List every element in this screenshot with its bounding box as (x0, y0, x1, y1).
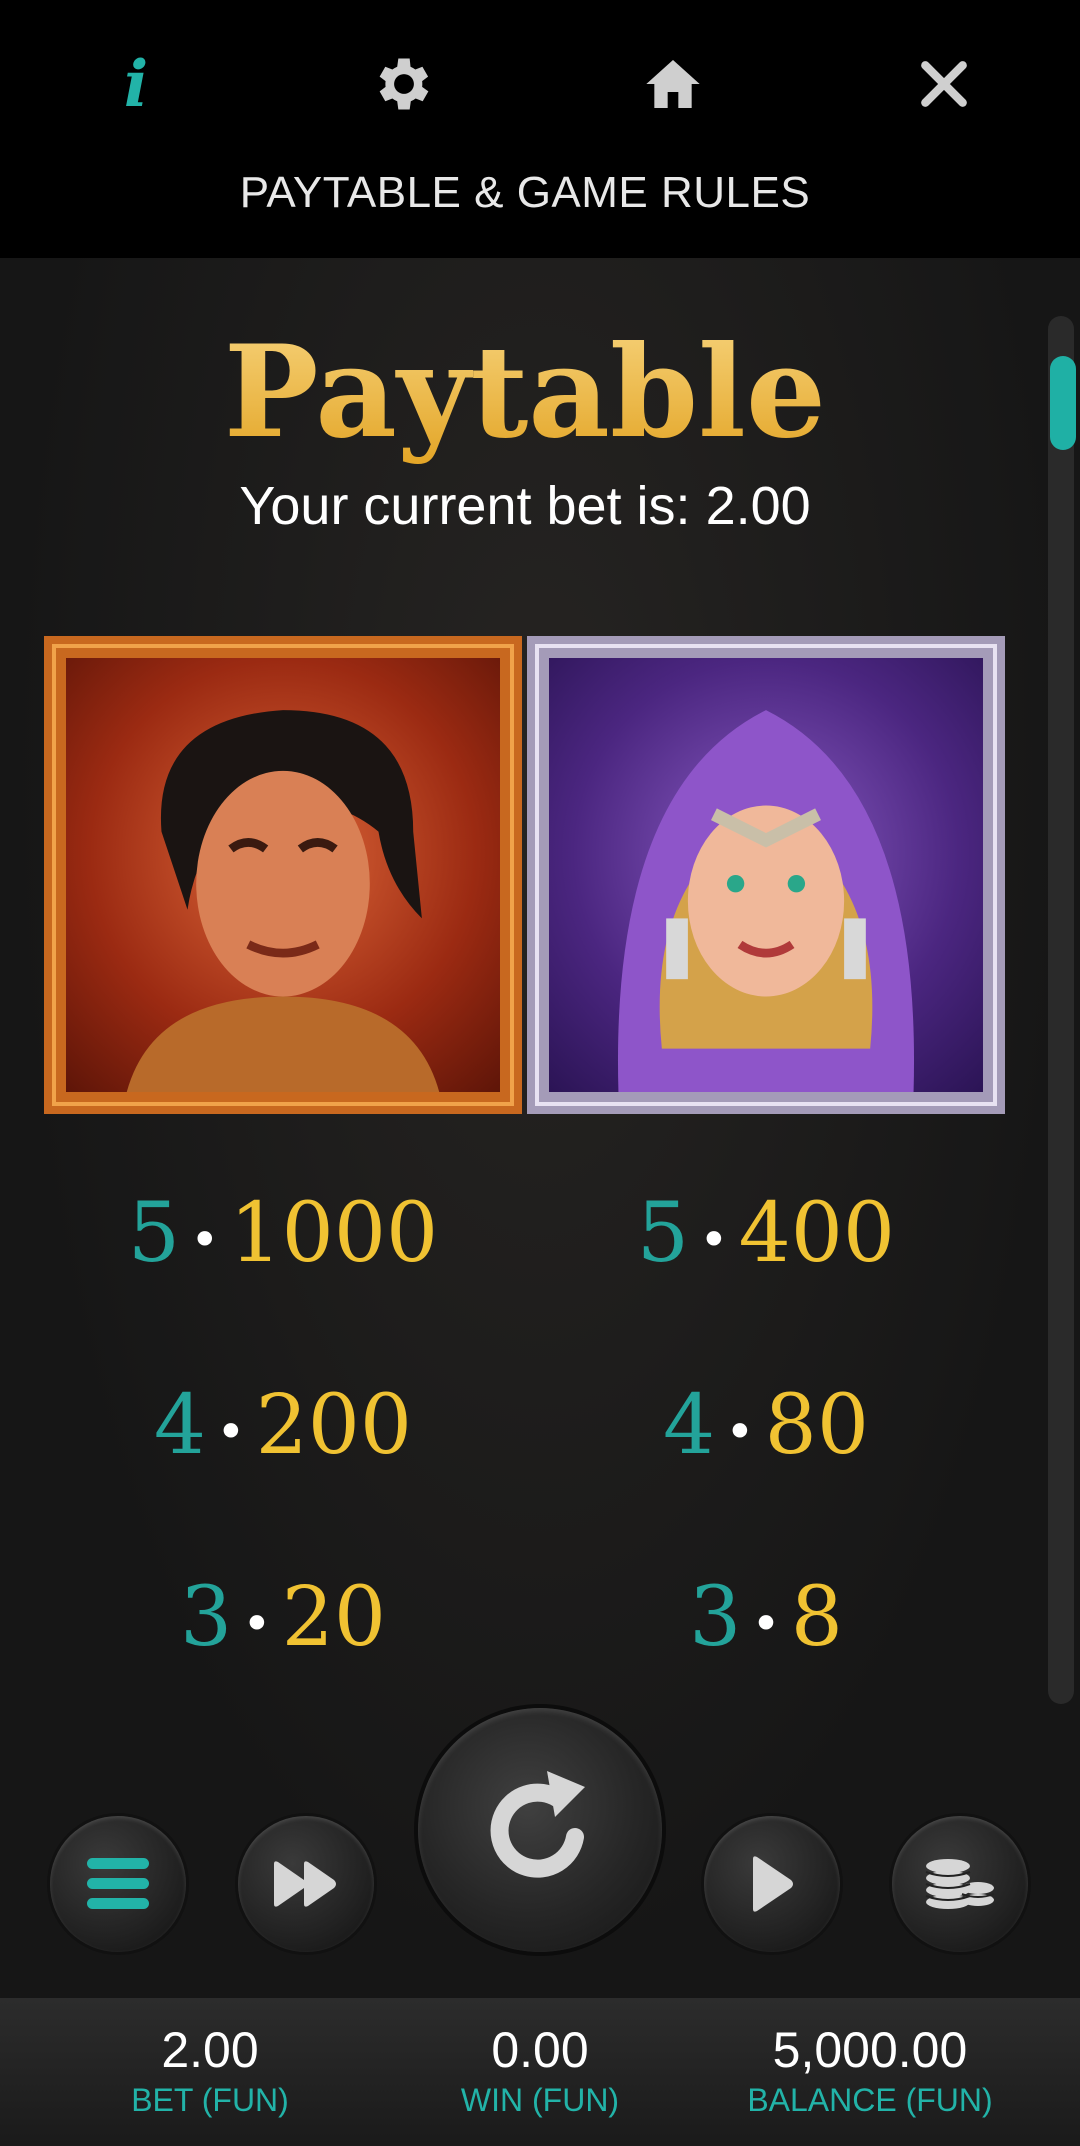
separator-dot: • (725, 1402, 755, 1461)
autoplay-button[interactable] (704, 1816, 840, 1952)
spin-icon (490, 1771, 585, 1878)
info-icon[interactable]: i (100, 47, 172, 122)
bet-stat[interactable]: 2.00 BET (FUN) (110, 2020, 310, 2120)
payout-count: 5 (636, 1186, 690, 1281)
hamburger-icon (87, 1858, 149, 1909)
home-icon[interactable] (637, 48, 709, 120)
separator-dot: • (216, 1402, 246, 1461)
priestess-symbol (527, 636, 1005, 1114)
page-title: PAYTABLE & GAME RULES (239, 168, 811, 217)
paytable-heading: Paytable (0, 318, 1050, 466)
payout-amount: 80 (764, 1378, 869, 1473)
payout-amount: 8 (790, 1570, 843, 1665)
payout-amount: 400 (738, 1186, 896, 1281)
fast-forward-icon (274, 1861, 336, 1907)
payout-amount: 200 (255, 1378, 413, 1473)
bet-value: 2.00 (161, 2022, 259, 2078)
win-value: 0.00 (491, 2022, 589, 2078)
payout-amount: 1000 (229, 1186, 439, 1281)
payout-row: 4 • 80 (527, 1378, 1005, 1473)
payout-count: 5 (127, 1186, 180, 1281)
payout-amount: 20 (281, 1570, 386, 1665)
close-icon[interactable] (908, 48, 980, 120)
bet-label: BET (FUN) (131, 2082, 289, 2118)
current-bet-text: Your current bet is: 2.00 (239, 476, 811, 536)
payout-row: 3 • 8 (527, 1570, 1005, 1665)
payout-count: 3 (689, 1570, 742, 1665)
win-label: WIN (FUN) (460, 2082, 620, 2118)
win-stat: 0.00 WIN (FUN) (440, 2020, 640, 2120)
separator-dot: • (699, 1210, 729, 1269)
separator-dot: • (751, 1594, 781, 1653)
separator-dot: • (189, 1210, 220, 1269)
payout-count: 4 (662, 1378, 716, 1473)
scrollbar-thumb[interactable] (1050, 356, 1076, 450)
payout-row: 5 • 1000 (44, 1186, 522, 1281)
balance-stat: 5,000.00 BALANCE (FUN) (740, 2020, 1000, 2120)
top-bar: i PAYTABLE & GAME RULES (0, 0, 1080, 258)
gear-icon[interactable] (368, 48, 440, 120)
coins-icon (925, 1859, 995, 1909)
menu-button[interactable] (50, 1816, 186, 1952)
scrollbar-track[interactable] (1048, 316, 1074, 1704)
coins-button[interactable] (892, 1816, 1028, 1952)
play-icon (753, 1856, 793, 1912)
balance-value: 5,000.00 (772, 2022, 968, 2078)
payout-row: 5 • 400 (527, 1186, 1005, 1281)
payout-row: 4 • 200 (44, 1378, 522, 1473)
separator-dot: • (242, 1594, 272, 1653)
payout-count: 3 (179, 1570, 233, 1665)
balance-label: BALANCE (FUN) (747, 2082, 993, 2118)
fast-forward-button[interactable] (238, 1816, 374, 1952)
spin-button[interactable] (418, 1708, 662, 1952)
warrior-symbol (44, 636, 522, 1114)
payout-row: 3 • 20 (44, 1570, 522, 1665)
payout-count: 4 (153, 1378, 207, 1473)
